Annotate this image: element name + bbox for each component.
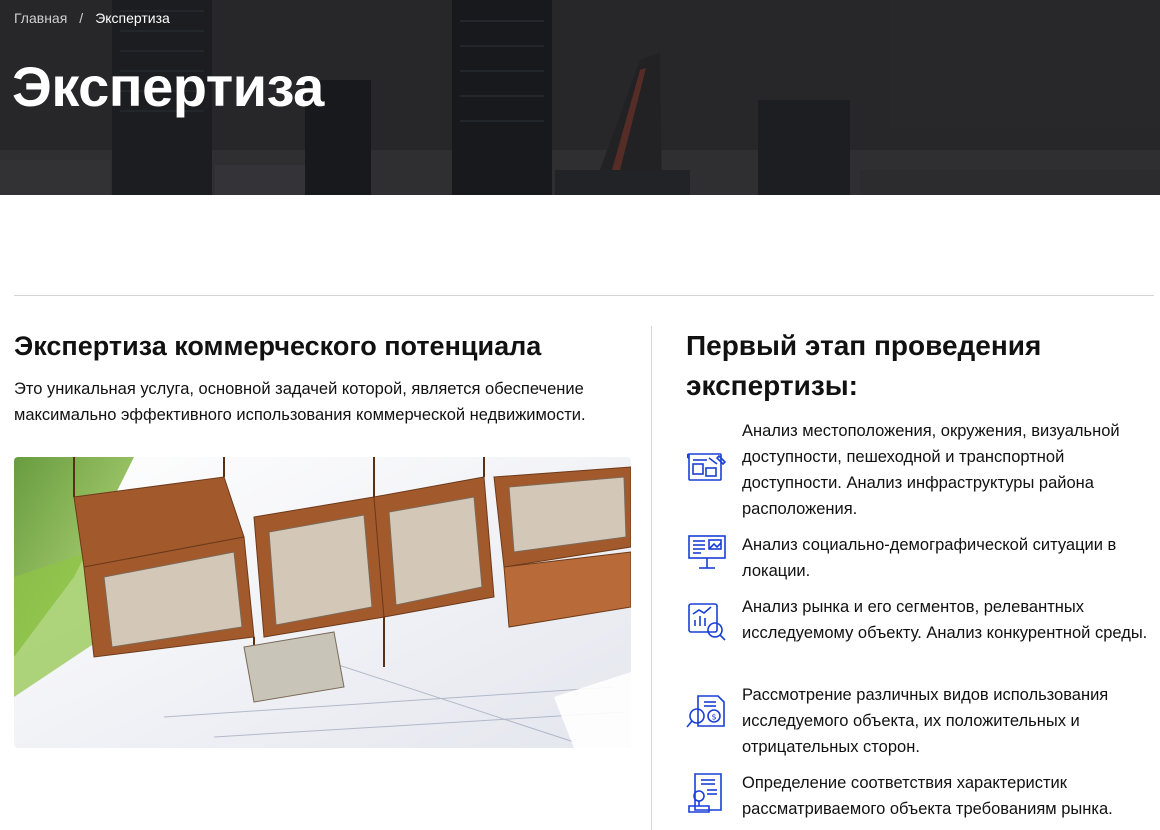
page-title: Экспертиза [12, 55, 324, 118]
step-item: Определение соответствия характеристик р… [686, 770, 1152, 822]
building-plan-image [14, 457, 631, 748]
review-search-icon: $ [686, 692, 728, 732]
certificate-document-icon [686, 772, 728, 814]
step-item: Анализ социально-демографической ситуаци… [686, 532, 1152, 584]
section-divider [14, 295, 1154, 296]
step-text: Определение соответствия характеристик р… [742, 774, 1113, 818]
step-text: Анализ рынка и его сегментов, релевантны… [742, 598, 1148, 642]
section-description: Это уникальная услуга, основной задачей … [14, 380, 586, 424]
presentation-board-icon [686, 534, 728, 570]
svg-text:$: $ [712, 713, 717, 722]
step-text: Анализ социально-демографической ситуаци… [742, 536, 1117, 580]
hero-banner: Главная / Экспертиза Экспертиза [0, 0, 1160, 195]
step-text: Рассмотрение различных видов использован… [742, 686, 1109, 756]
step-item: Анализ местоположения, окружения, визуал… [686, 418, 1152, 522]
first-stage-section: Первый этап проведения экспертизы: Анали… [686, 326, 1147, 818]
blueprint-icon [686, 450, 728, 484]
step-text: Анализ местоположения, окружения, визуал… [742, 422, 1120, 518]
breadcrumb-separator: / [79, 10, 84, 26]
column-divider [651, 326, 652, 830]
first-stage-title: Первый этап проведения экспертизы: [686, 330, 1042, 401]
commercial-potential-section: Экспертиза коммерческого потенциала Это … [14, 326, 634, 428]
step-item: $ Рассмотрение различных видов использов… [686, 682, 1152, 760]
breadcrumb: Главная / Экспертиза [14, 10, 170, 26]
breadcrumb-current: Экспертиза [95, 10, 170, 26]
breadcrumb-home-link[interactable]: Главная [14, 10, 67, 26]
market-analysis-icon [686, 602, 728, 642]
step-item: Анализ рынка и его сегментов, релевантны… [686, 594, 1152, 646]
section-title: Экспертиза коммерческого потенциала [14, 331, 542, 361]
